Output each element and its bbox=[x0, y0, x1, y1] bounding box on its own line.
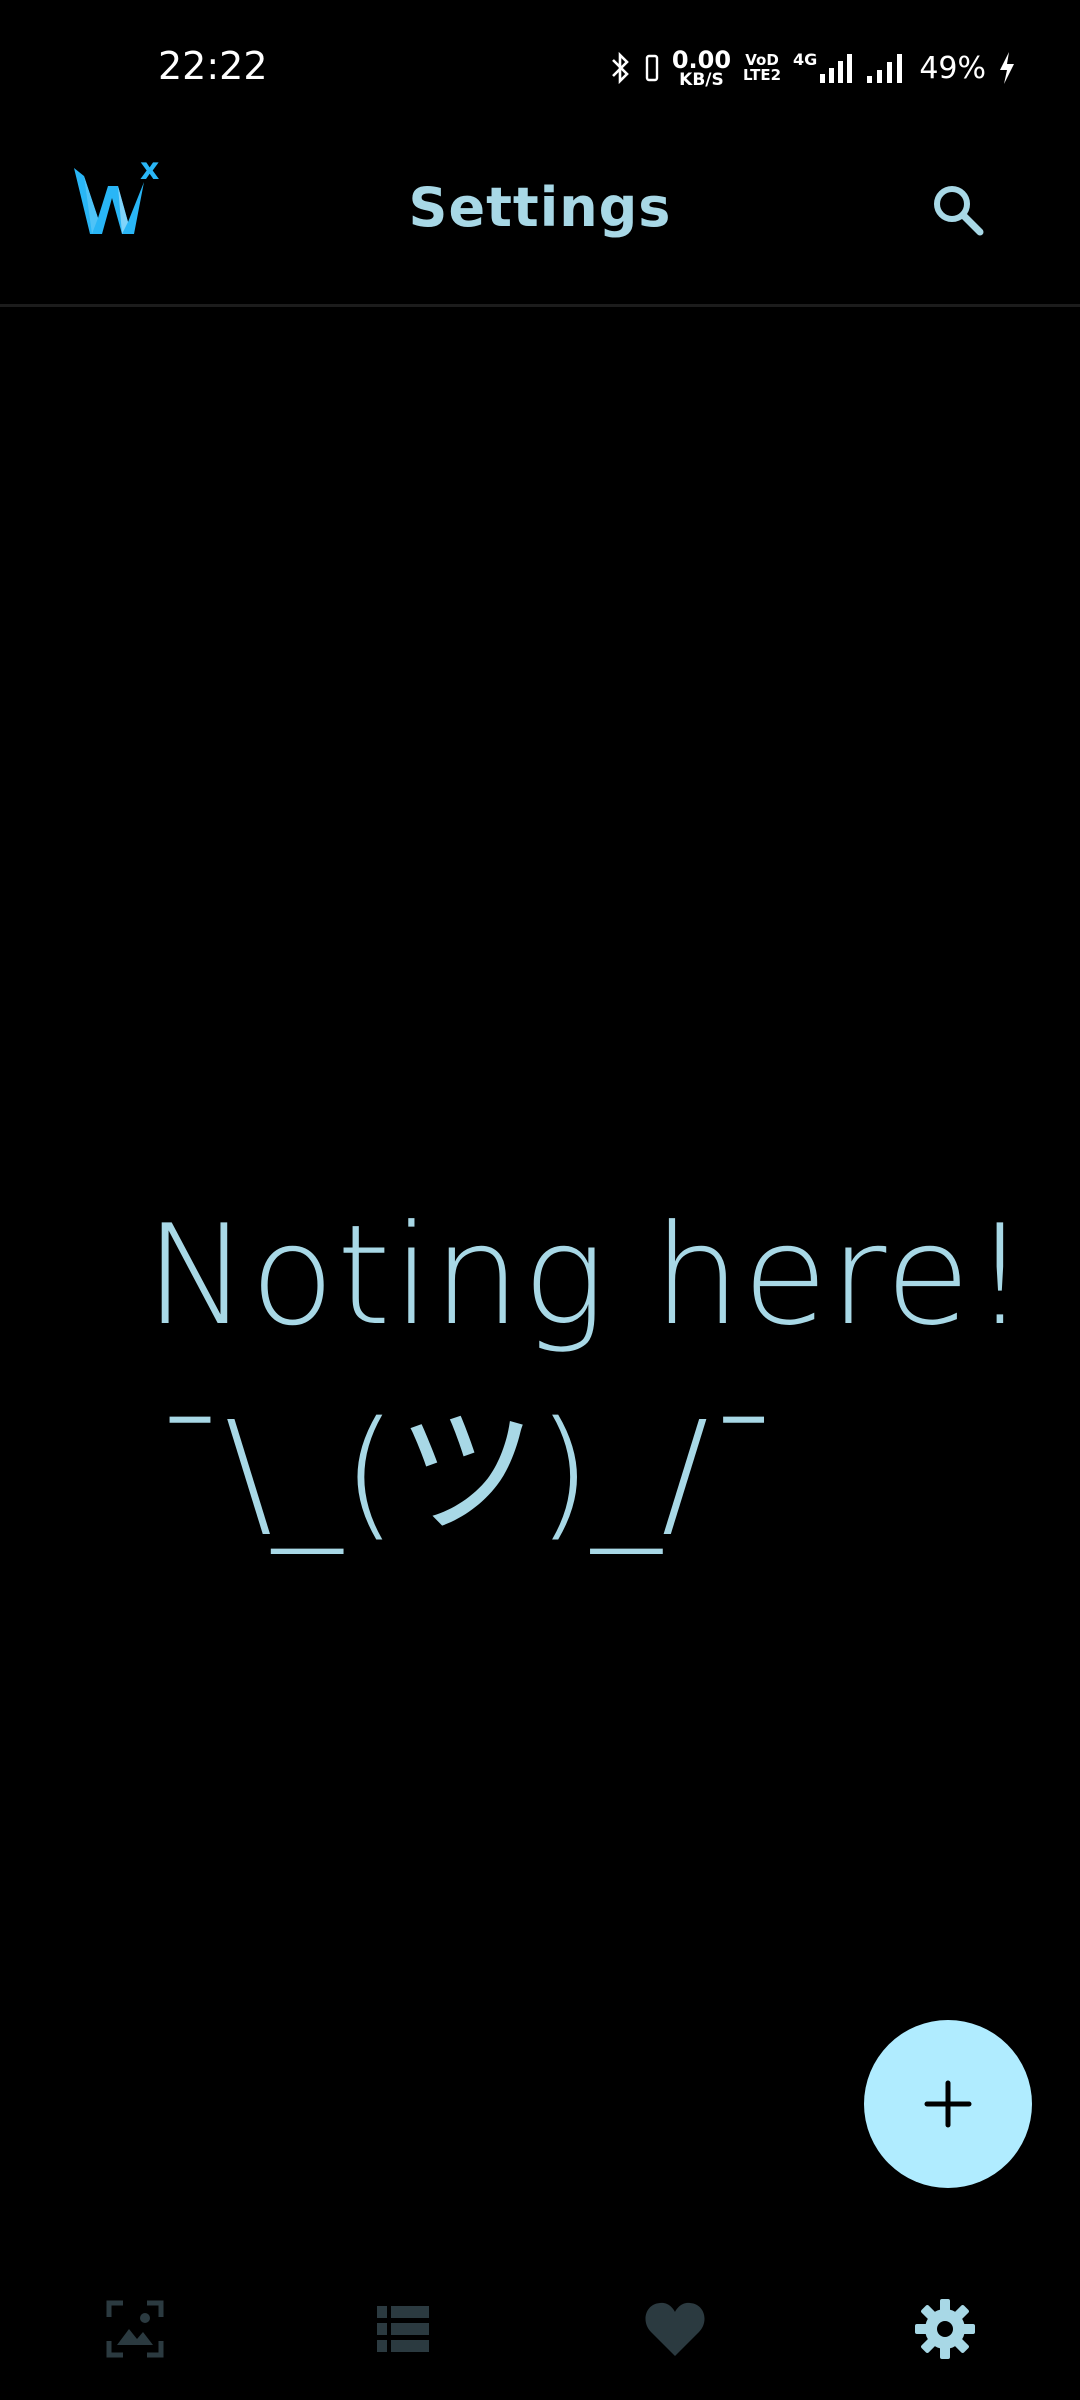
bluetooth-icon bbox=[611, 51, 629, 85]
volte-indicator: VoD LTE2 bbox=[743, 53, 781, 83]
nav-item-wallpapers[interactable] bbox=[90, 2284, 180, 2374]
status-time: 22:22 bbox=[158, 44, 268, 88]
empty-state-title: Noting here! bbox=[145, 1195, 1030, 1356]
heart-icon bbox=[645, 2302, 705, 2356]
nav-item-list[interactable] bbox=[358, 2284, 448, 2374]
list-icon bbox=[377, 2306, 429, 2352]
signal-icon-2 bbox=[867, 54, 903, 83]
status-bar: 22:22 0.00 KB/S VoD LTE2 4G 49% bbox=[0, 0, 1080, 136]
plus-icon bbox=[924, 2080, 972, 2128]
status-icons: 0.00 KB/S VoD LTE2 4G 49% bbox=[610, 44, 1016, 92]
gear-icon bbox=[915, 2299, 975, 2359]
app-bar: x Settings bbox=[0, 136, 1080, 307]
bottom-nav bbox=[0, 2260, 1080, 2400]
net-speed-unit: KB/S bbox=[679, 69, 724, 90]
search-button[interactable] bbox=[922, 174, 994, 246]
net-speed-value: 0.00 bbox=[671, 45, 732, 74]
vibrate-icon bbox=[645, 54, 659, 82]
nav-item-favorites[interactable] bbox=[630, 2284, 720, 2374]
charging-icon bbox=[1000, 52, 1014, 84]
signal-icon-1 bbox=[820, 54, 853, 83]
nav-item-settings[interactable] bbox=[900, 2284, 990, 2374]
battery-level: 49% bbox=[919, 50, 986, 86]
empty-state-shrug: ¯\_(ツ)_/¯ bbox=[155, 1392, 779, 1555]
signal-4g: 4G bbox=[793, 52, 853, 84]
image-frame-icon bbox=[106, 2300, 164, 2358]
net-speed: 0.00 KB/S bbox=[672, 48, 731, 89]
volte-bottom: LTE2 bbox=[743, 66, 782, 84]
network-type: 4G bbox=[793, 50, 818, 69]
screen: 22:22 0.00 KB/S VoD LTE2 4G 49% x Settin… bbox=[0, 0, 1080, 2400]
add-button[interactable] bbox=[864, 2020, 1032, 2188]
search-icon bbox=[934, 186, 984, 236]
page-title: Settings bbox=[408, 176, 672, 239]
